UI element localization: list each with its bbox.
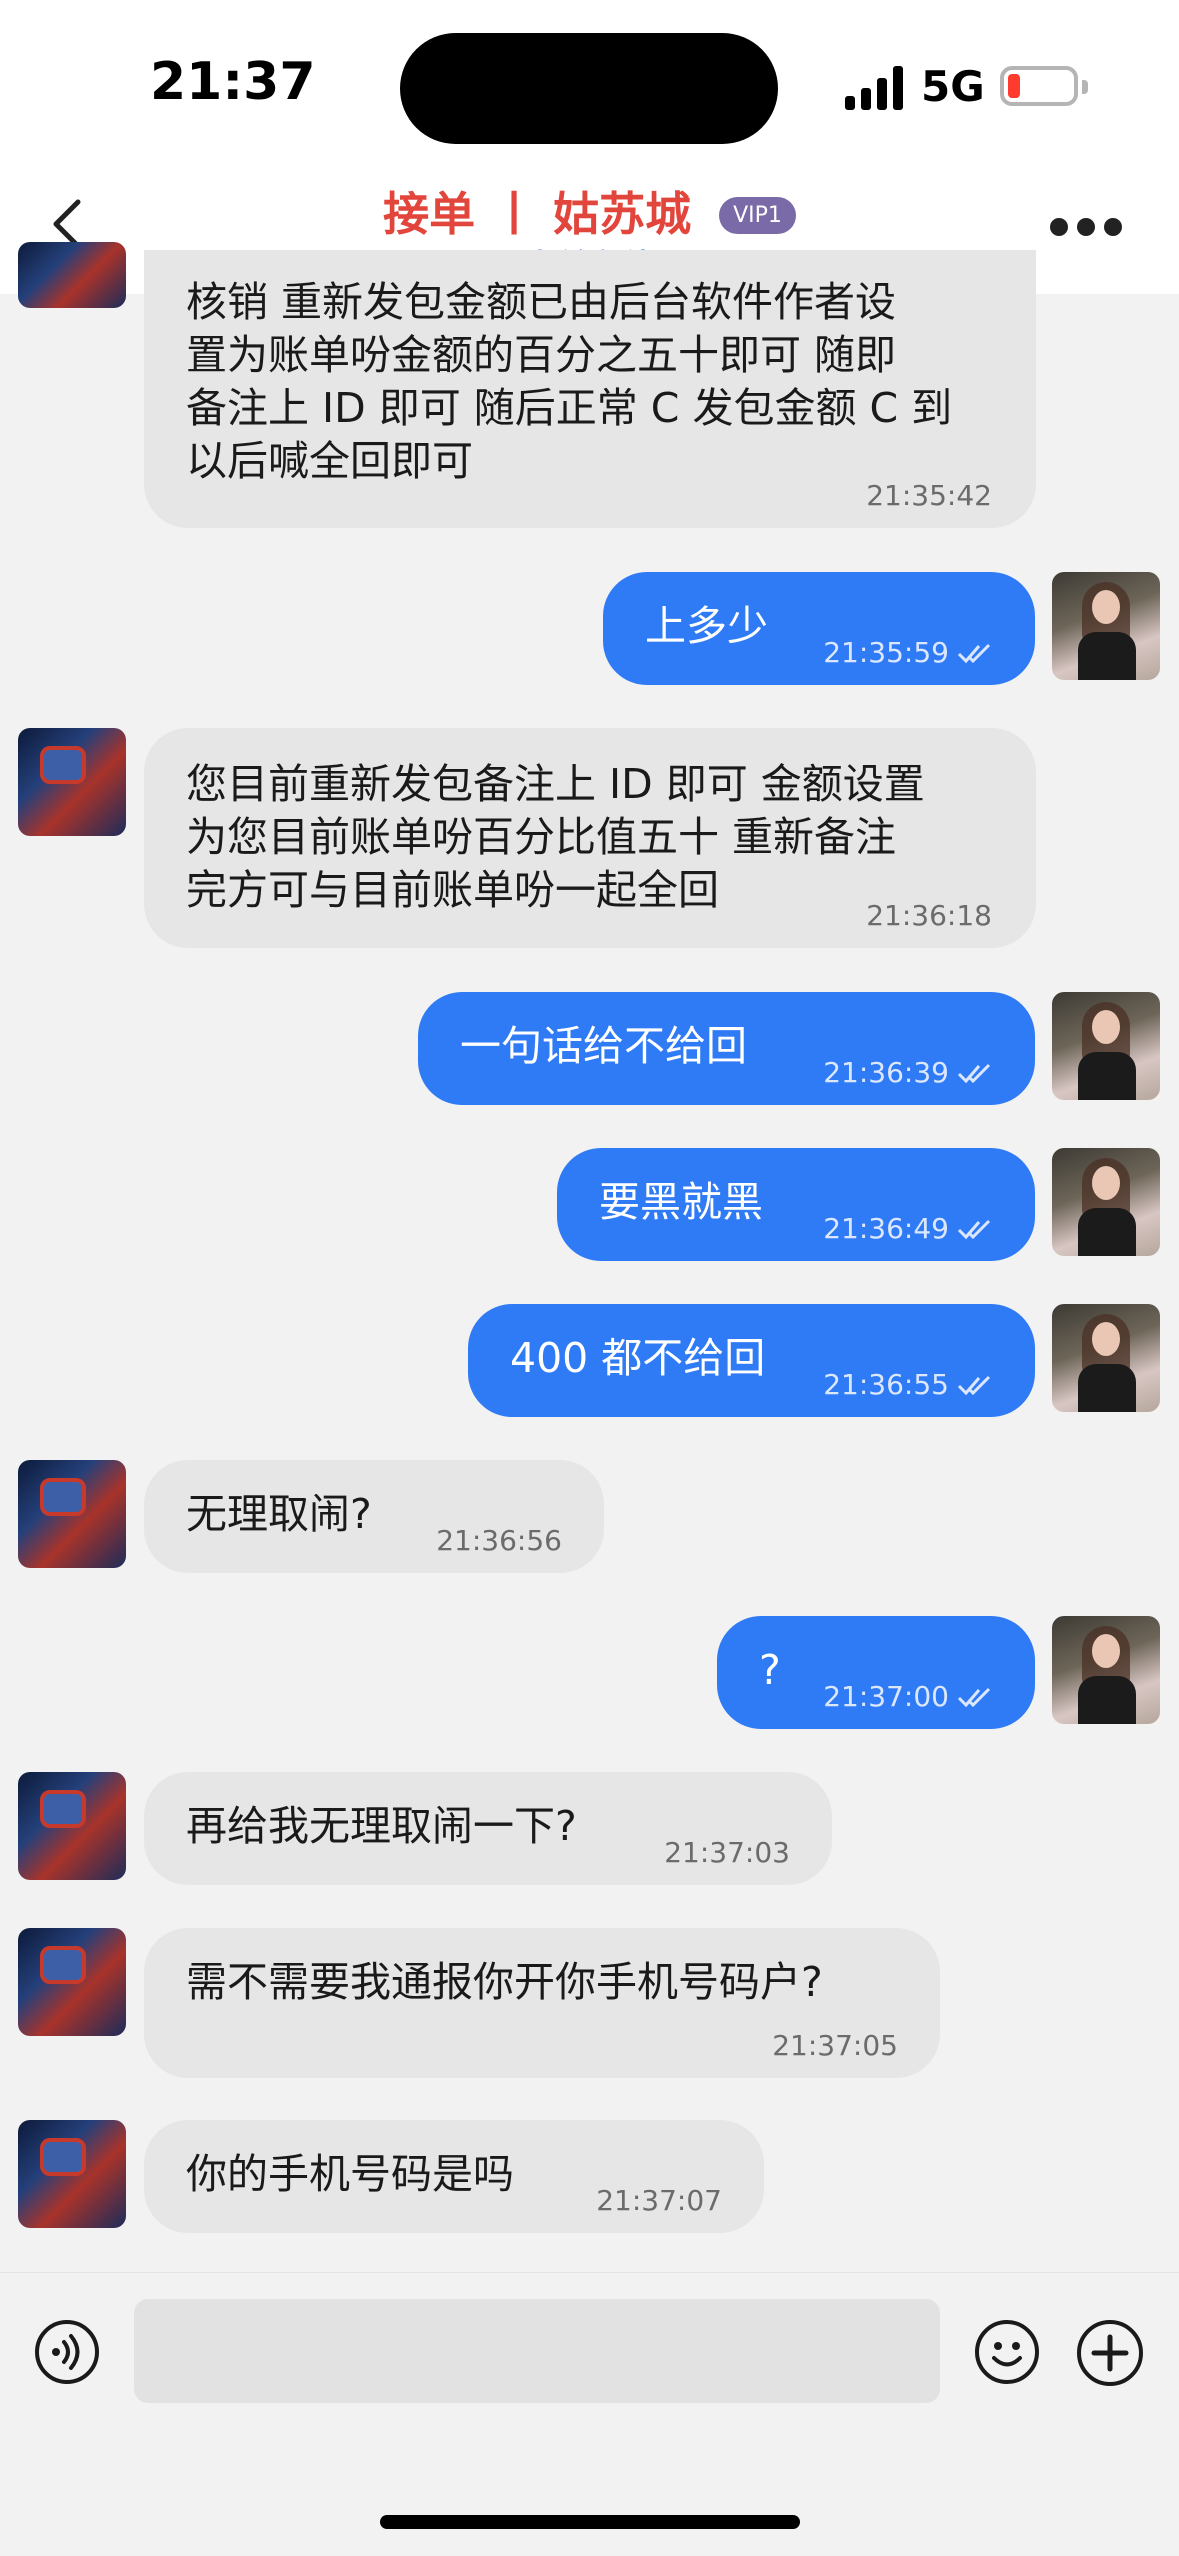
message-bubble-sent[interactable]: 要黑就黑 21:36:49 (557, 1148, 1035, 1261)
message-text: 核销 重新发包金额已由后台软件作者设 置为账单吩金额的百分之五十即可 随即 备注… (186, 278, 953, 485)
message-bubble-received[interactable]: 核销 重新发包金额已由后台软件作者设 置为账单吩金额的百分之五十即可 随即 备注… (144, 250, 1036, 528)
message-meta: 21:35:59 (823, 636, 993, 669)
my-avatar[interactable] (1052, 1616, 1160, 1724)
double-check-icon (957, 643, 991, 664)
message-time: 21:35:59 (823, 636, 949, 669)
message-text: 要黑就黑 (599, 1178, 763, 1226)
message-bubble-sent[interactable]: 上多少 21:35:59 (603, 572, 1035, 685)
plus-icon[interactable] (1076, 2319, 1144, 2387)
message-input[interactable] (134, 2299, 940, 2403)
signal-icon (845, 66, 903, 110)
my-avatar[interactable] (1052, 992, 1160, 1100)
message-bubble-sent[interactable]: 400 都不给回 21:36:55 (468, 1304, 1035, 1417)
input-bar (0, 2272, 1179, 2556)
contact-avatar[interactable] (18, 1928, 126, 2036)
message-text: 400 都不给回 (510, 1334, 766, 1382)
dynamic-island (400, 33, 778, 144)
message-text: ? (759, 1646, 781, 1694)
message-meta: 21:36:49 (823, 1212, 993, 1245)
vip-badge: VIP1 (719, 197, 796, 234)
message-bubble-received[interactable]: 无理取闹? 21:36:56 (144, 1460, 604, 1573)
double-check-icon (957, 1063, 991, 1084)
message-meta: 21:37:00 (823, 1680, 993, 1713)
message-bubble-sent[interactable]: 一句话给不给回 21:36:39 (418, 992, 1035, 1105)
message-text: 上多少 (645, 602, 768, 650)
my-avatar[interactable] (1052, 1304, 1160, 1412)
double-check-icon (957, 1219, 991, 1240)
contact-avatar[interactable] (18, 1460, 126, 1568)
status-bar: 21:37 5G (0, 0, 1179, 170)
message-bubble-received[interactable]: 你的手机号码是吗 21:37:07 (144, 2120, 764, 2233)
message-time: 21:36:39 (823, 1056, 949, 1089)
message-text: 你的手机号码是吗 (186, 2150, 514, 2198)
message-time: 21:36:18 (866, 899, 992, 932)
message-time: 21:36:49 (823, 1212, 949, 1245)
more-options-icon[interactable] (1050, 218, 1122, 238)
message-time: 21:37:00 (823, 1680, 949, 1713)
title-right: 姑苏城 (553, 187, 692, 241)
contact-avatar[interactable] (18, 728, 126, 836)
home-indicator[interactable] (380, 2515, 800, 2529)
my-avatar[interactable] (1052, 1148, 1160, 1256)
message-text: 无理取闹? (186, 1490, 372, 1538)
message-time: 21:37:03 (664, 1836, 790, 1869)
double-check-icon (957, 1375, 991, 1396)
my-avatar[interactable] (1052, 572, 1160, 680)
message-bubble-sent[interactable]: ? 21:37:00 (717, 1616, 1035, 1729)
message-text: 一句话给不给回 (460, 1022, 747, 1070)
message-time: 21:36:56 (436, 1524, 562, 1557)
contact-avatar[interactable] (18, 2120, 126, 2228)
contact-avatar[interactable] (18, 242, 126, 308)
message-meta: 21:36:55 (823, 1368, 993, 1401)
message-time: 21:36:55 (823, 1368, 949, 1401)
title-separator: 丨 (491, 187, 538, 241)
double-check-icon (957, 1687, 991, 1708)
message-text: 需不需要我通报你开你手机号码户? (186, 1958, 823, 2006)
message-text: 再给我无理取闹一下? (186, 1802, 577, 1850)
title-left: 接单 (383, 187, 476, 241)
network-type: 5G (921, 62, 985, 111)
message-time: 21:37:05 (772, 2029, 898, 2062)
message-time: 21:37:07 (596, 2184, 722, 2217)
chat-screen: 21:37 5G 接单 丨 姑苏城 VIP1 当前在线 核销 重新发 (0, 0, 1179, 2556)
message-time: 21:35:42 (866, 479, 992, 512)
message-text: 您目前重新发包备注上 ID 即可 金额设置 为您目前账单吩百分比值五十 重新备注… (186, 760, 925, 914)
contact-avatar[interactable] (18, 1772, 126, 1880)
battery-icon (1000, 66, 1088, 106)
message-bubble-received[interactable]: 您目前重新发包备注上 ID 即可 金额设置 为您目前账单吩百分比值五十 重新备注… (144, 728, 1036, 948)
chat-title: 接单 丨 姑苏城 VIP1 (0, 178, 1179, 244)
message-bubble-received[interactable]: 再给我无理取闹一下? 21:37:03 (144, 1772, 832, 1885)
status-time: 21:37 (150, 52, 316, 112)
voice-input-icon[interactable] (34, 2319, 100, 2385)
message-bubble-received[interactable]: 需不需要我通报你开你手机号码户? 21:37:05 (144, 1928, 940, 2078)
message-meta: 21:36:39 (823, 1056, 993, 1089)
emoji-icon[interactable] (974, 2319, 1040, 2385)
